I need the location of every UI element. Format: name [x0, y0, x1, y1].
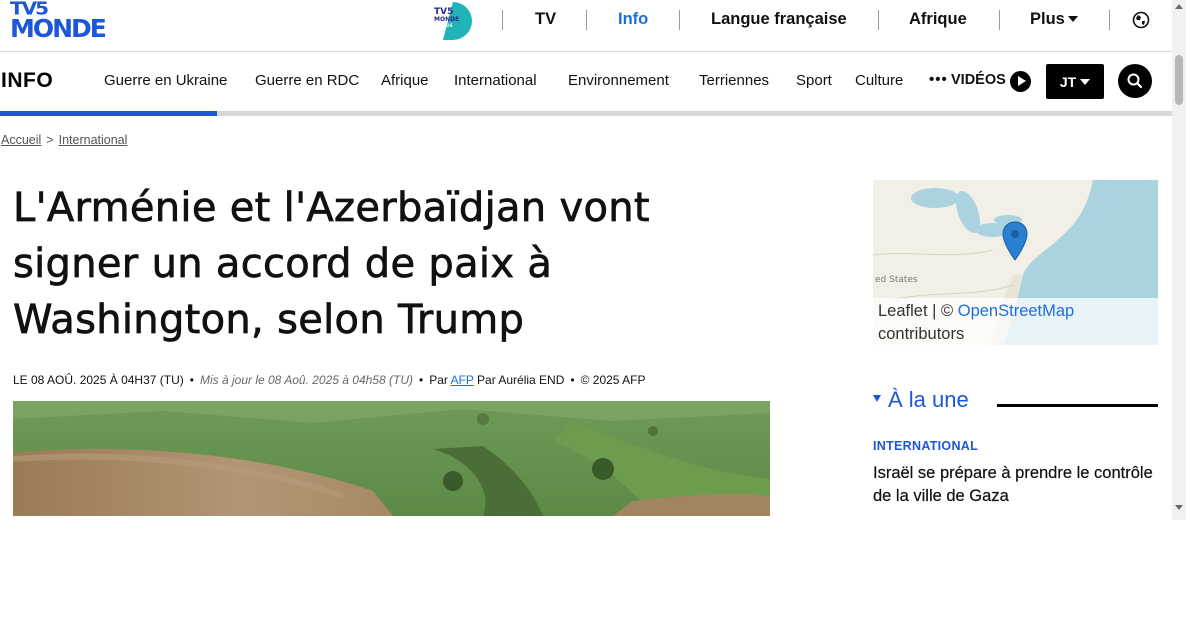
nav-link-terriennes[interactable]: Terriennes — [699, 72, 769, 89]
nav-link-sport[interactable]: Sport — [796, 72, 832, 89]
logo-line-2: MONDE — [10, 14, 107, 43]
breadcrumb-home[interactable]: Accueil — [1, 133, 41, 147]
meta-bullet: • — [418, 373, 424, 387]
videos-link[interactable]: VIDÉOS — [951, 72, 1006, 88]
map-attribution-prefix: Leaflet | © — [878, 302, 954, 320]
source-prefix: Par — [429, 373, 448, 387]
author: Par Aurélia END — [477, 373, 565, 387]
article-meta: LE 08 AOÛ. 2025 À 04H37 (TU) • Mis à jour … — [13, 373, 645, 387]
top-nav-langue-francaise[interactable]: Langue française — [711, 10, 847, 29]
reading-progress-fill — [0, 111, 217, 116]
meta-bullet: • — [189, 373, 194, 387]
nav-link-guerre-ukraine[interactable]: Guerre en Ukraine — [104, 72, 227, 89]
top-nav-separator — [586, 10, 587, 30]
jt-label: JT — [1059, 73, 1077, 90]
top-nav-plus[interactable]: Plus — [1030, 10, 1078, 29]
published-date: LE 08 AOÛ. 2025 À 04H37 (TU) — [13, 373, 184, 387]
top-nav-tv[interactable]: TV — [535, 10, 556, 29]
caret-down-icon — [873, 395, 881, 402]
story-link[interactable]: Israël se prépare à prendre le contrôle … — [873, 462, 1158, 508]
story-category[interactable]: INTERNATIONAL — [873, 439, 978, 453]
article-hero-image — [13, 401, 770, 516]
scrollbar[interactable] — [1172, 0, 1186, 520]
a-la-une-title[interactable]: À la une — [888, 387, 969, 413]
top-nav-separator — [502, 10, 503, 30]
chevron-down-icon — [1080, 78, 1091, 85]
map-attribution-suffix: contributors — [878, 325, 965, 343]
top-nav-afrique[interactable]: Afrique — [909, 10, 967, 29]
nav-link-culture[interactable]: Culture — [855, 72, 903, 89]
source-link-afp[interactable]: AFP — [451, 373, 474, 387]
plus-logo-text-2: MONDE — [434, 16, 459, 23]
breadcrumb: Accueil > International — [1, 133, 127, 147]
nav-link-international[interactable]: International — [454, 72, 537, 89]
scroll-up-arrow[interactable] — [1175, 4, 1183, 9]
top-nav-separator — [679, 10, 680, 30]
copyright: © 2025 AFP — [580, 373, 646, 387]
globe-icon[interactable] — [1132, 11, 1150, 29]
article-title: L'Arménie et l'Azerbaïdjan vont signer u… — [13, 185, 650, 344]
more-menu-button[interactable]: ••• — [929, 71, 948, 88]
tv5monde-logo[interactable]: TV5 MONDE — [10, 0, 118, 42]
section-title[interactable]: INFO — [1, 69, 53, 93]
openstreetmap-link[interactable]: OpenStreetMap — [958, 302, 1074, 320]
nav-link-afrique[interactable]: Afrique — [381, 72, 429, 89]
map-country-label: ed States — [875, 275, 918, 285]
top-nav-separator — [999, 10, 1000, 30]
chevron-down-icon — [1067, 16, 1078, 22]
reading-progress-bar — [0, 111, 1172, 116]
heading-rule — [997, 404, 1158, 407]
top-nav-separator — [1109, 10, 1110, 30]
map-attribution: Leaflet | © OpenStreetMap contributors — [873, 298, 1158, 345]
plus-logo-text-3: PLUS — [441, 23, 453, 28]
section-nav: INFO Guerre en Ukraine Guerre en RDC Afr… — [0, 53, 1172, 111]
tv5monde-plus-logo[interactable]: TV5 MONDE PLUS — [433, 0, 473, 42]
top-nav-plus-label: Plus — [1030, 10, 1065, 28]
breadcrumb-separator: > — [46, 133, 54, 147]
search-icon — [1127, 73, 1143, 89]
nav-link-environnement[interactable]: Environnement — [568, 72, 669, 89]
breadcrumb-international[interactable]: International — [59, 133, 128, 147]
play-icon[interactable] — [1010, 71, 1031, 92]
updated-date: Mis à jour le 08 Aoû. 2025 à 04h58 (TU) — [199, 373, 413, 387]
search-button[interactable] — [1118, 64, 1152, 98]
jt-button[interactable]: JT — [1046, 64, 1104, 99]
top-nav-separator — [878, 10, 879, 30]
nav-link-guerre-rdc[interactable]: Guerre en RDC — [255, 72, 359, 89]
scroll-down-arrow[interactable] — [1175, 505, 1183, 510]
top-nav-info[interactable]: Info — [618, 10, 648, 29]
meta-bullet: • — [570, 373, 575, 387]
top-bar: TV5 MONDE TV5 MONDE PLUS TV Info Langue … — [0, 0, 1172, 52]
scrollbar-thumb[interactable] — [1175, 55, 1183, 105]
a-la-une-header: À la une — [873, 386, 1158, 416]
